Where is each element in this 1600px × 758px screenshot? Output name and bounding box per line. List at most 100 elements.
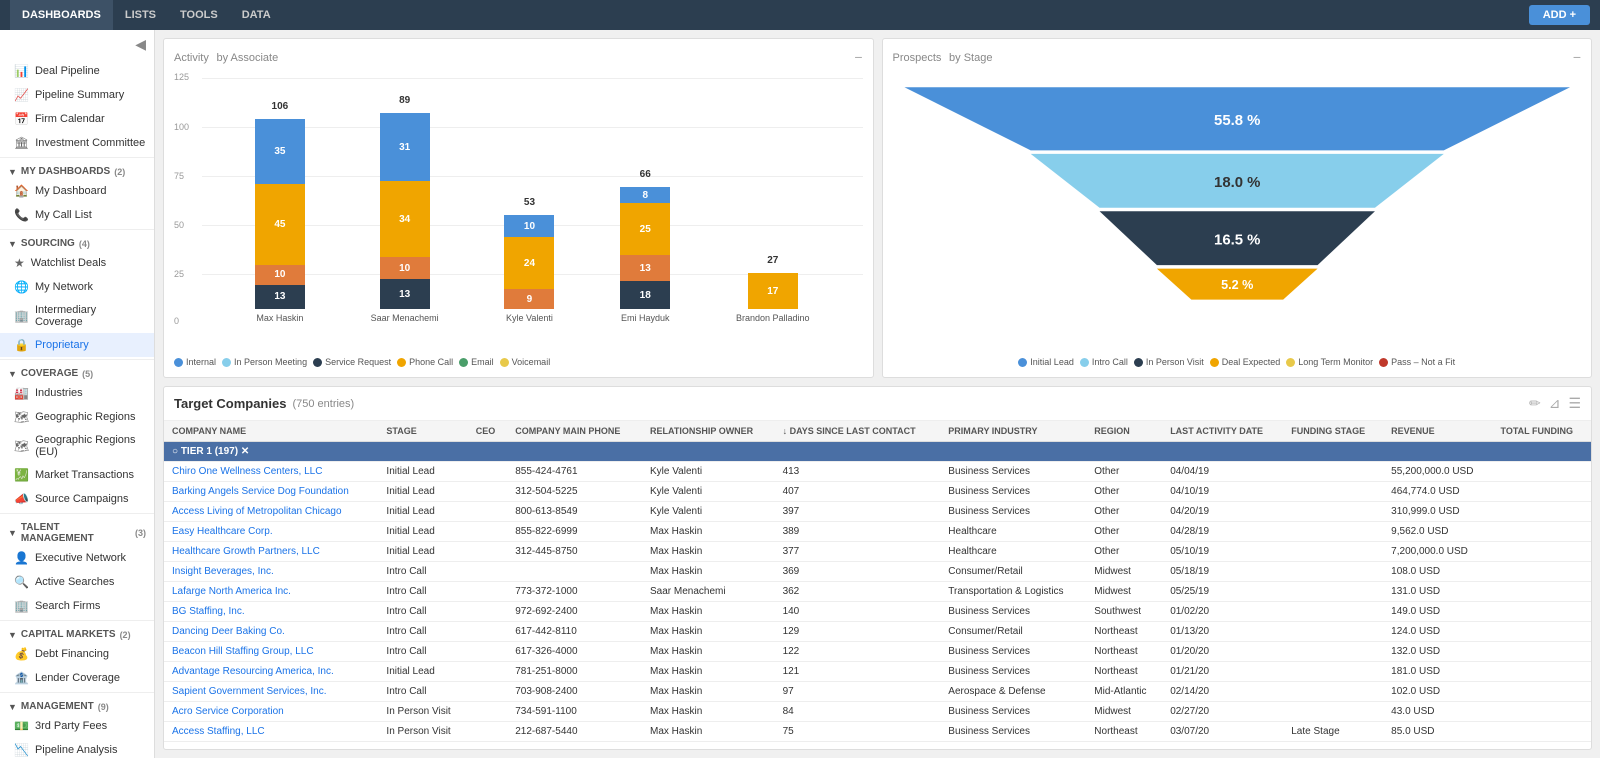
sidebar-item-geographic-regions-eu[interactable]: 🗺 Geographic Regions (EU) [0,429,154,463]
stage: Intro Call [378,642,467,662]
sidebar-item-pipeline-summary[interactable]: 📈 Pipeline Summary [0,83,154,107]
col-last-activity[interactable]: LAST ACTIVITY DATE [1162,421,1283,442]
total-funding [1492,482,1591,502]
col-days-since-contact[interactable]: ↓ DAYS SINCE LAST CONTACT [775,421,941,442]
prospects-minimize-button[interactable]: − [1573,49,1581,72]
company-name[interactable]: Access Staffing, LLC [164,722,378,742]
region: Other [1086,502,1162,522]
region: Southwest [1086,602,1162,622]
main-phone: 312-504-5225 [507,482,642,502]
days-since-contact: 369 [775,562,941,582]
watchlist-icon: ★ [14,256,25,270]
proprietary-icon: 🔒 [14,338,29,352]
section-sourcing[interactable]: ▼ SOURCING (4) [0,232,154,251]
bar-segment-blue: 10 [504,215,554,237]
company-name[interactable]: Acro Service Corporation [164,702,378,722]
company-name[interactable]: Beacon Hill Staffing Group, LLC [164,642,378,662]
total-funding [1492,682,1591,702]
primary-industry: Transportation & Logistics [940,582,1086,602]
edit-icon[interactable]: ✏ [1529,395,1541,412]
region: Other [1086,462,1162,482]
legend-initial-lead: Initial Lead [1018,357,1074,367]
sidebar-item-firm-calendar[interactable]: 📅 Firm Calendar [0,107,154,131]
sidebar-item-geographic-regions[interactable]: 🗺 Geographic Regions [0,405,154,429]
company-name[interactable]: Healthcare Growth Partners, LLC [164,542,378,562]
section-talent-management[interactable]: ▼ TALENT MANAGEMENT (3) [0,516,154,546]
sidebar-item-my-dashboard[interactable]: 🏠 My Dashboard [0,179,154,203]
company-name[interactable]: BG Staffing, Inc. [164,602,378,622]
company-name[interactable]: Insight Beverages, Inc. [164,562,378,582]
tier-label: ○ TIER 1 (197) ✕ [164,442,1591,462]
legend-dot [1018,358,1027,367]
col-total-funding[interactable]: TOTAL FUNDING [1492,421,1591,442]
chevron-icon: ▼ [8,630,17,640]
chevron-icon: ▼ [8,528,17,538]
col-relationship-owner[interactable]: RELATIONSHIP OWNER [642,421,775,442]
company-name[interactable]: Dancing Deer Baking Co. [164,622,378,642]
sidebar-item-3rd-party-fees[interactable]: 💵 3rd Party Fees [0,714,154,738]
sidebar-item-investment-committee[interactable]: 🏛 Investment Committee [0,131,154,155]
col-ceo[interactable]: CEO [468,421,508,442]
col-stage[interactable]: STAGE [378,421,467,442]
section-coverage[interactable]: ▼ COVERAGE (5) [0,362,154,381]
activity-minimize-button[interactable]: − [854,49,862,72]
company-name[interactable]: Chiro One Wellness Centers, LLC [164,462,378,482]
nav-data[interactable]: DATA [230,0,283,30]
revenue: 9,562.0 USD [1383,522,1492,542]
last-activity: 01/02/20 [1162,602,1283,622]
sidebar-item-deal-pipeline[interactable]: 📊 Deal Pipeline [0,59,154,83]
bar-stack: 18 13 25 8 [620,187,670,309]
total-funding [1492,542,1591,562]
company-name[interactable]: Sapient Government Services, Inc. [164,682,378,702]
sidebar-item-lender-coverage[interactable]: 🏦 Lender Coverage [0,666,154,690]
last-activity: 04/10/19 [1162,482,1283,502]
stage: Initial Lead [378,522,467,542]
revenue: 131.0 USD [1383,582,1492,602]
legend-dot [1080,358,1089,367]
revenue: 181.0 USD [1383,662,1492,682]
revenue: 310,999.0 USD [1383,502,1492,522]
table-row: Dancing Deer Baking Co. Intro Call 617-4… [164,622,1591,642]
company-name[interactable]: Easy Healthcare Corp. [164,522,378,542]
nav-tools[interactable]: TOOLS [168,0,230,30]
sidebar-item-intermediary-coverage[interactable]: 🏢 Intermediary Coverage [0,299,154,333]
filter-icon[interactable]: ⊿ [1549,395,1561,412]
section-my-dashboards[interactable]: ▼ MY DASHBOARDS (2) [0,160,154,179]
bar-segment-yellow: 45 [255,184,305,265]
col-revenue[interactable]: REVENUE [1383,421,1492,442]
sidebar-item-executive-network[interactable]: 👤 Executive Network [0,546,154,570]
sidebar-item-source-campaigns[interactable]: 📣 Source Campaigns [0,487,154,511]
revenue: 85.0 USD [1383,722,1492,742]
nav-lists[interactable]: LISTS [113,0,168,30]
section-management[interactable]: ▼ MANAGEMENT (9) [0,695,154,714]
sidebar-item-market-transactions[interactable]: 💹 Market Transactions [0,463,154,487]
revenue: 7,200,000.0 USD [1383,542,1492,562]
col-funding-stage[interactable]: FUNDING STAGE [1283,421,1383,442]
company-name[interactable]: Access Living of Metropolitan Chicago [164,502,378,522]
columns-icon[interactable]: ☰ [1568,395,1581,412]
sidebar-toggle[interactable]: ◀ [0,30,154,59]
sidebar-item-industries[interactable]: 🏭 Industries [0,381,154,405]
company-name[interactable]: Lafarge North America Inc. [164,582,378,602]
sidebar-item-pipeline-analysis[interactable]: 📉 Pipeline Analysis [0,738,154,758]
col-company-name[interactable]: COMPANY NAME [164,421,378,442]
sidebar-item-active-searches[interactable]: 🔍 Active Searches [0,570,154,594]
nav-dashboards[interactable]: DASHBOARDS [10,0,113,30]
company-name[interactable]: Barking Angels Service Dog Foundation [164,482,378,502]
funding-stage [1283,482,1383,502]
col-main-phone[interactable]: COMPANY MAIN PHONE [507,421,642,442]
table-scroll-area[interactable]: COMPANY NAME STAGE CEO COMPANY MAIN PHON… [164,421,1591,749]
sidebar-item-proprietary[interactable]: 🔒 Proprietary [0,333,154,357]
sidebar-item-my-network[interactable]: 🌐 My Network [0,275,154,299]
sidebar-item-debt-financing[interactable]: 💰 Debt Financing [0,642,154,666]
section-capital-markets[interactable]: ▼ CAPITAL MARKETS (2) [0,623,154,642]
add-button[interactable]: ADD + [1529,5,1590,25]
sidebar-item-watchlist-deals[interactable]: ★ Watchlist Deals [0,251,154,275]
sidebar-item-search-firms[interactable]: 🏢 Search Firms [0,594,154,618]
sidebar-item-my-call-list[interactable]: 📞 My Call List [0,203,154,227]
col-primary-industry[interactable]: PRIMARY INDUSTRY [940,421,1086,442]
funding-stage [1283,602,1383,622]
stage: Intro Call [378,622,467,642]
col-region[interactable]: REGION [1086,421,1162,442]
company-name[interactable]: Advantage Resourcing America, Inc. [164,662,378,682]
